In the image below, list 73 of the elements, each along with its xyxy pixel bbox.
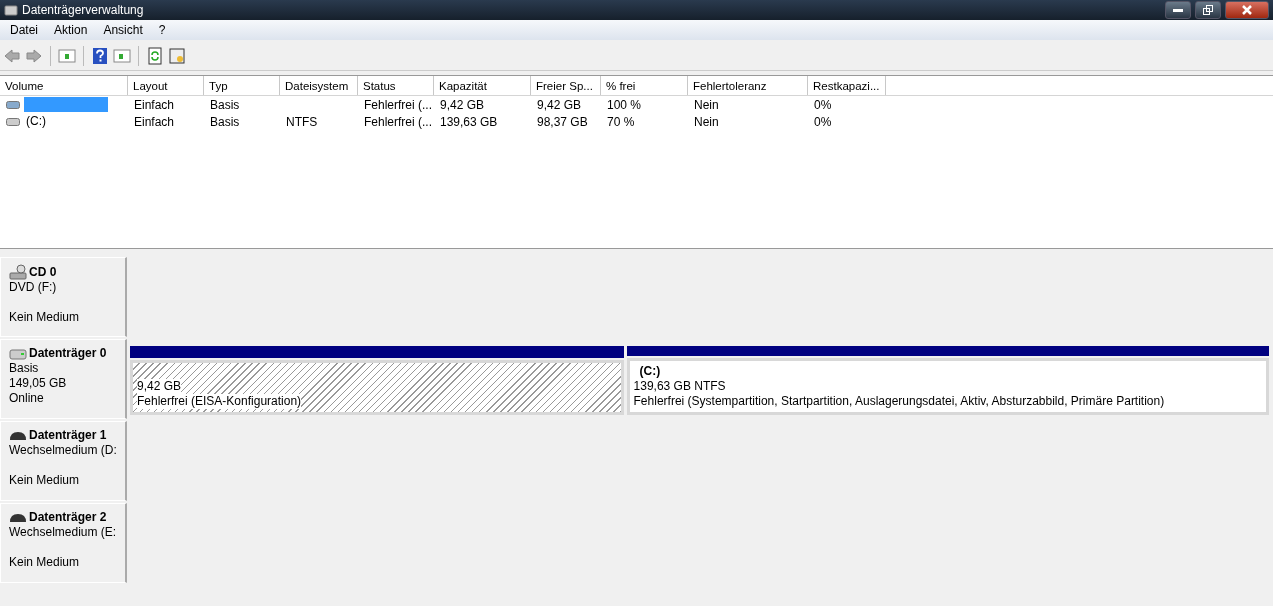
drive-letter[interactable]: (C:) — [24, 114, 48, 129]
table-cell-text: 139,63 GB — [439, 114, 499, 129]
column-header[interactable]: Layout — [128, 76, 204, 95]
column-header[interactable]: Status — [358, 76, 434, 95]
restore-icon — [1203, 5, 1213, 15]
table-cell-text: Basis — [209, 114, 241, 129]
disk-info: Kein Medium — [9, 555, 81, 570]
minimize-icon — [1173, 8, 1183, 12]
minimize-button[interactable] — [1165, 1, 1191, 19]
table-cell-text: Nein — [693, 114, 720, 129]
help-icon[interactable] — [91, 47, 109, 65]
back-arrow-icon[interactable] — [3, 47, 21, 65]
disk-name: Datenträger 2 — [29, 510, 107, 525]
hard-drive-icon — [9, 347, 27, 360]
partition-info: 9,42 GB — [137, 379, 182, 394]
disk-name: Datenträger 0 — [29, 346, 107, 361]
refresh-icon[interactable] — [146, 47, 164, 65]
column-header[interactable]: Kapazität — [434, 76, 531, 95]
disk-info: DVD (F:) — [9, 280, 58, 295]
partition-label: (C:) — [638, 364, 662, 379]
panel-icon[interactable] — [113, 47, 131, 65]
removable-drive-icon — [9, 511, 27, 524]
table-cell-text: 100 % — [606, 97, 643, 112]
disk-info: Online — [9, 391, 45, 406]
disk-info: Kein Medium — [9, 310, 81, 325]
menu-item[interactable]: Aktion — [46, 23, 96, 37]
disk-info: Wechselmedium (E: — [9, 525, 118, 540]
partition-block[interactable]: 9,42 GB Fehlerfrei (EISA-Konfiguration) — [130, 360, 624, 415]
table-cell-text: NTFS — [285, 114, 319, 129]
column-header[interactable]: Freier Sp... — [531, 76, 601, 95]
partition-info: Fehlerfrei (Systempartition, Startpartition, Auslagerungsdatei, Aktiv, Absturzabbild, Primäre Partition) — [633, 394, 1165, 409]
disk-name: CD 0 — [29, 264, 57, 280]
table-cell-text: 9,42 GB — [536, 97, 583, 112]
disk-management-icon — [4, 3, 18, 17]
panel-icon[interactable] — [58, 47, 76, 65]
partition-info: Fehlerfrei (EISA-Konfiguration) — [137, 394, 302, 409]
table-cell-text: 0% — [813, 114, 833, 129]
menu-item[interactable]: Ansicht — [95, 23, 151, 37]
table-cell-text: 9,42 GB — [439, 97, 486, 112]
restore-button[interactable] — [1195, 1, 1221, 19]
disk-info: Wechselmedium (D: — [9, 443, 118, 458]
removable-drive-icon — [9, 429, 27, 442]
forward-arrow-icon[interactable] — [25, 47, 43, 65]
table-cell-text: Nein — [693, 97, 720, 112]
disk-info: Kein Medium — [9, 473, 81, 488]
cd-drive-icon — [9, 264, 27, 280]
close-icon — [1242, 5, 1252, 15]
disk-info: 149,05 GB — [9, 376, 68, 391]
window-title: Datenträgerverwaltung — [22, 3, 145, 17]
table-cell-text: 98,37 GB — [536, 114, 589, 129]
column-header[interactable]: Volume — [0, 76, 128, 95]
table-cell-text: 0% — [813, 97, 833, 112]
table-cell-text: Einfach — [133, 97, 176, 112]
column-header[interactable]: Restkapazi... — [808, 76, 886, 95]
table-cell-text: 70 % — [606, 114, 636, 129]
table-cell-text: Fehlerfrei (... — [363, 114, 433, 129]
close-button[interactable] — [1225, 1, 1269, 19]
disk-name: Datenträger 1 — [29, 428, 107, 443]
table-cell-text: Fehlerfrei (... — [363, 97, 433, 112]
table-cell-text: Einfach — [133, 114, 176, 129]
table-cell-text: Basis — [209, 97, 241, 112]
column-header[interactable]: Typ — [204, 76, 280, 95]
column-header[interactable]: Fehlertoleranz — [688, 76, 808, 95]
properties-icon[interactable] — [168, 47, 186, 65]
disk-info: Basis — [9, 361, 40, 376]
menu-item[interactable]: Datei — [2, 23, 46, 37]
column-header[interactable]: % frei — [601, 76, 688, 95]
partition-info: 139,63 GB NTFS — [633, 379, 726, 394]
drive-icon — [6, 99, 20, 110]
column-header[interactable]: Dateisystem — [280, 76, 358, 95]
partition-block[interactable]: (C:) 139,63 GB NTFS Fehlerfrei (Systempartition, Startpartition, Auslagerungsdatei, Aktiv, Absturzabbild, Primäre Partition) — [626, 358, 1269, 415]
drive-icon — [6, 116, 20, 127]
menu-item[interactable]: ? — [150, 23, 174, 37]
